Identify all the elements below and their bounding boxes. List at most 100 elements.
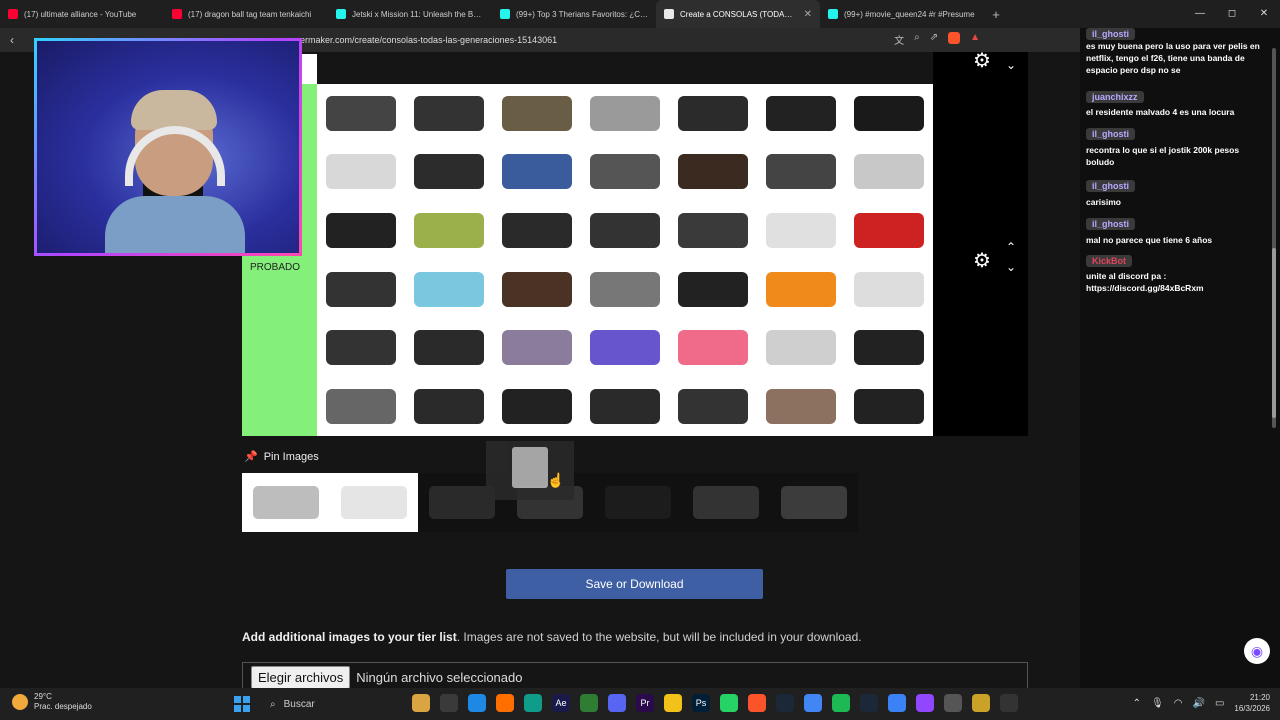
console-image[interactable] <box>581 84 669 143</box>
console-image[interactable] <box>405 318 493 377</box>
console-image[interactable] <box>757 318 845 377</box>
console-image[interactable] <box>493 318 581 377</box>
brave-shields-icon[interactable] <box>948 32 961 44</box>
taskbar-app-icon[interactable] <box>1000 694 1018 712</box>
chevron-down-icon[interactable]: ⌄ <box>1006 58 1016 72</box>
console-image[interactable] <box>317 143 405 202</box>
pool-console-image[interactable] <box>682 473 770 532</box>
console-image[interactable] <box>581 260 669 319</box>
console-image[interactable] <box>317 260 405 319</box>
pool-console-image[interactable] <box>770 473 858 532</box>
warning-icon[interactable]: ▲ <box>970 32 980 47</box>
taskbar-app-icon[interactable] <box>664 694 682 712</box>
microphone-icon[interactable]: 🎙 <box>1151 698 1164 709</box>
console-image[interactable] <box>405 143 493 202</box>
save-or-download-button[interactable]: Save or Download <box>506 569 763 599</box>
console-image[interactable] <box>757 143 845 202</box>
chevron-up-icon[interactable]: ⌃ <box>1006 240 1016 254</box>
pool-console-image[interactable] <box>594 473 682 532</box>
console-image[interactable] <box>317 318 405 377</box>
chat-username[interactable]: il_ghosti <box>1086 28 1136 40</box>
gear-icon[interactable]: ⚙ <box>973 248 991 273</box>
chat-scrollbar-thumb[interactable] <box>1272 248 1276 418</box>
browser-tab[interactable]: (99+) Top 3 Therians Favoritos: ¿Cuál <box>492 0 656 28</box>
taskbar-app-icon[interactable] <box>720 694 738 712</box>
chat-username[interactable]: KickBot <box>1086 255 1133 267</box>
console-image[interactable] <box>317 377 405 436</box>
console-image[interactable] <box>493 260 581 319</box>
close-window-button[interactable]: ✕ <box>1248 0 1280 28</box>
taskbar-app-icon[interactable]: Ps <box>692 694 710 712</box>
choose-files-button[interactable]: Elegir archivos <box>251 665 351 688</box>
console-image[interactable] <box>669 84 757 143</box>
console-image[interactable] <box>757 260 845 319</box>
gear-icon[interactable]: ⚙ <box>973 52 991 73</box>
pin-images-toggle[interactable]: 📌 Pin Images <box>244 450 319 464</box>
console-image[interactable] <box>405 260 493 319</box>
console-image[interactable] <box>845 201 933 260</box>
browser-tab[interactable]: Create a CONSOLAS (TODAS LA ✕ <box>656 0 820 28</box>
console-image[interactable] <box>845 377 933 436</box>
weather-widget[interactable]: 29°C Prac. despejado <box>12 692 92 712</box>
console-image[interactable] <box>405 84 493 143</box>
zoom-icon[interactable]: ⌕ <box>914 32 920 47</box>
wifi-icon[interactable]: ◠ <box>1174 698 1183 709</box>
browser-tab[interactable]: (17) dragon ball tag team tenkaichi <box>164 0 328 28</box>
taskbar-app-icon[interactable] <box>944 694 962 712</box>
taskbar-app-icon[interactable] <box>860 694 878 712</box>
minimize-button[interactable]: — <box>1184 0 1216 28</box>
console-image[interactable] <box>845 84 933 143</box>
console-image[interactable] <box>405 377 493 436</box>
volume-icon[interactable]: 🔊 <box>1193 698 1205 709</box>
taskbar-app-icon[interactable] <box>832 694 850 712</box>
taskbar-app-icon[interactable] <box>916 694 934 712</box>
taskbar-app-icon[interactable] <box>580 694 598 712</box>
new-tab-button[interactable]: + <box>984 7 1008 22</box>
console-image[interactable] <box>669 260 757 319</box>
console-image[interactable] <box>757 84 845 143</box>
console-image[interactable] <box>493 377 581 436</box>
taskbar-app-icon[interactable] <box>748 694 766 712</box>
chat-username[interactable]: il_ghosti <box>1086 218 1136 230</box>
console-image[interactable] <box>669 377 757 436</box>
taskbar-app-icon[interactable] <box>776 694 794 712</box>
clock[interactable]: 21:20 16/3/2026 <box>1234 692 1270 714</box>
console-image[interactable] <box>317 84 405 143</box>
taskbar-app-icon[interactable] <box>524 694 542 712</box>
chat-username[interactable]: juanchixzz <box>1086 91 1144 103</box>
console-image[interactable] <box>669 318 757 377</box>
taskbar-app-icon[interactable] <box>412 694 430 712</box>
console-image[interactable] <box>317 201 405 260</box>
chevron-up-icon[interactable]: ⌃ <box>1133 698 1141 709</box>
translate-icon[interactable]: 文 <box>894 32 904 47</box>
chat-username[interactable]: il_ghosti <box>1086 128 1136 140</box>
chat-username[interactable]: il_ghosti <box>1086 180 1136 192</box>
console-image[interactable] <box>757 201 845 260</box>
dragged-console-image[interactable] <box>486 441 574 500</box>
taskbar-app-icon[interactable]: Pr <box>636 694 654 712</box>
console-image[interactable] <box>405 201 493 260</box>
console-image[interactable] <box>493 201 581 260</box>
pool-console-image[interactable] <box>330 473 418 532</box>
taskbar-app-icon[interactable] <box>468 694 486 712</box>
chevron-down-icon[interactable]: ⌄ <box>1006 260 1016 274</box>
taskbar-app-icon[interactable] <box>888 694 906 712</box>
windows-start-icon[interactable] <box>234 696 250 712</box>
console-image[interactable] <box>757 377 845 436</box>
browser-tab[interactable]: (17) ultimate alliance - YouTube <box>0 0 164 28</box>
taskbar-search[interactable]: ⌕ Buscar <box>262 692 408 716</box>
console-image[interactable] <box>845 143 933 202</box>
pool-console-image[interactable] <box>242 473 330 532</box>
console-image[interactable] <box>669 201 757 260</box>
console-image[interactable] <box>493 143 581 202</box>
console-image[interactable] <box>845 260 933 319</box>
chat-extension-icon[interactable]: ◉ <box>1244 638 1270 664</box>
battery-icon[interactable]: ▭ <box>1215 698 1224 709</box>
console-image[interactable] <box>581 143 669 202</box>
share-icon[interactable]: ⇗ <box>930 32 938 47</box>
console-image[interactable] <box>669 143 757 202</box>
console-image[interactable] <box>581 377 669 436</box>
console-image[interactable] <box>581 201 669 260</box>
taskbar-app-icon[interactable]: Ae <box>552 694 570 712</box>
taskbar-app-icon[interactable] <box>972 694 990 712</box>
